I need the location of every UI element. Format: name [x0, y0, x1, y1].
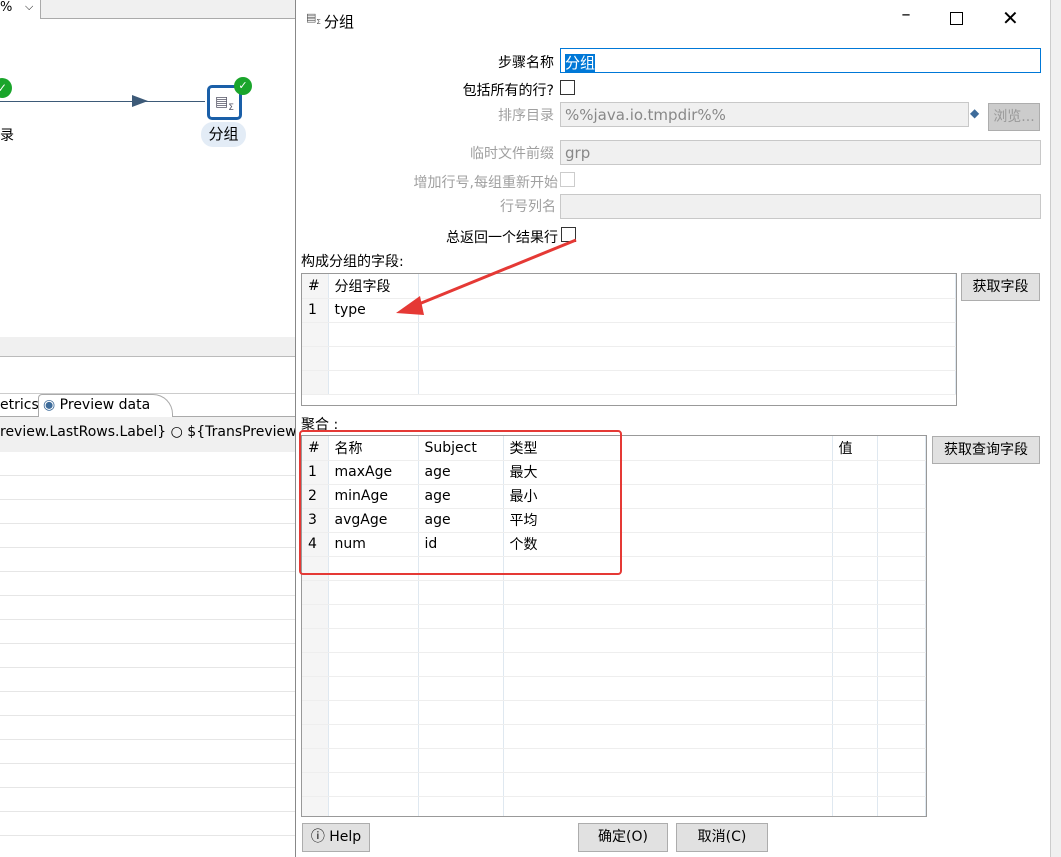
step-label: 分组	[201, 122, 246, 147]
preview-row	[0, 812, 295, 836]
preview-row	[0, 764, 295, 788]
hop-line	[0, 101, 205, 102]
background-edge	[1051, 0, 1061, 857]
success-check-icon: ✓	[0, 78, 12, 98]
help-icon: ⓘ	[310, 829, 325, 845]
hop-arrow-icon	[132, 95, 148, 107]
ok-button[interactable]: 确定(O)	[578, 823, 668, 852]
group-by-dialog: ▤Σ 分组 – ✕ 步骤名称 分组 包括所有的行? 排序目录 %%java.io…	[295, 0, 1051, 857]
tab-metrics[interactable]: etrics	[0, 397, 39, 413]
success-check-icon: ✓	[234, 77, 252, 95]
annotation-arrow-icon	[396, 238, 577, 315]
help-label: Help	[329, 829, 362, 845]
preview-row	[0, 548, 295, 572]
tab-label: Preview data	[59, 397, 151, 413]
preview-row	[0, 692, 295, 716]
preview-toolbar: review.LastRows.Label} ○ ${TransPreview	[0, 417, 297, 452]
preview-row	[0, 788, 295, 812]
top-toolbar	[0, 0, 295, 19]
preview-row	[0, 500, 295, 524]
transformation-canvas[interactable]: ✓ 录 ▤Σ ✓ 分组	[0, 20, 295, 337]
preview-row	[0, 524, 295, 548]
chevron-down-icon: ⌵	[25, 0, 34, 13]
preview-row	[0, 572, 295, 596]
help-button[interactable]: ⓘ Help	[302, 823, 370, 852]
prev-step-label: 录	[0, 128, 14, 144]
bottom-tabs: etrics ◉ Preview data	[0, 393, 295, 418]
preview-option-label: review.LastRows.Label}	[0, 424, 167, 440]
preview-row	[0, 716, 295, 740]
preview-row	[0, 644, 295, 668]
tab-preview-data[interactable]: ◉ Preview data	[38, 394, 173, 418]
preview-row	[0, 668, 295, 692]
zoom-select[interactable]: % ⌵	[0, 0, 41, 19]
preview-row	[0, 620, 295, 644]
splitter[interactable]	[0, 337, 295, 357]
zoom-value: %	[0, 0, 13, 15]
preview-row	[0, 476, 295, 500]
preview-row	[0, 596, 295, 620]
preview-row	[0, 740, 295, 764]
radio-button[interactable]: ○	[171, 424, 183, 440]
preview-option-label: ${TransPreview	[187, 424, 297, 440]
eye-icon: ◉	[43, 397, 56, 413]
preview-row	[0, 452, 295, 476]
cancel-button[interactable]: 取消(C)	[676, 823, 768, 852]
